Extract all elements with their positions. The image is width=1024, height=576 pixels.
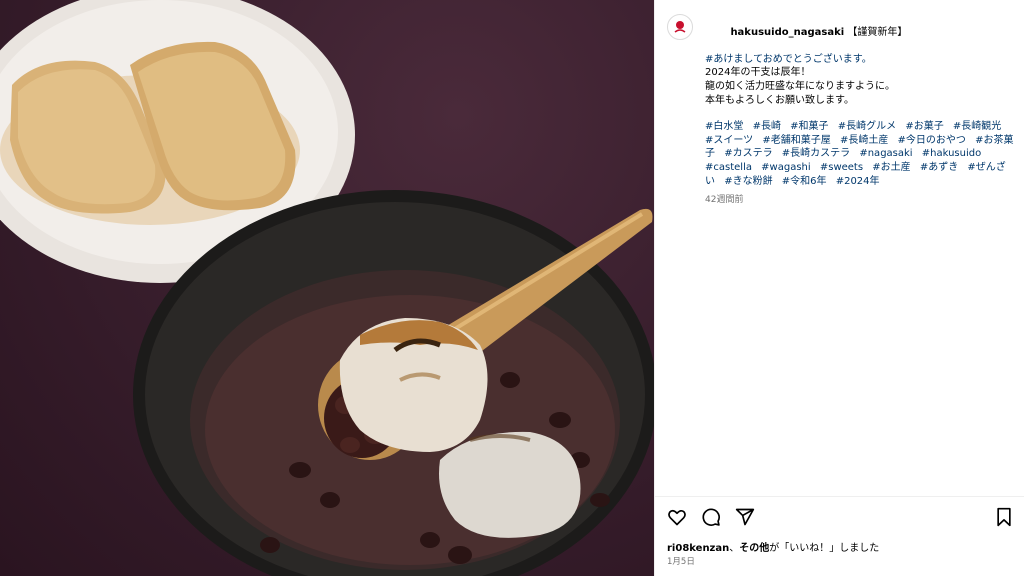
hashtag-link[interactable]: #お土産	[872, 162, 910, 173]
hashtag-link[interactable]: #令和6年	[782, 176, 827, 187]
caption-line-3: 龍の如く活力旺盛な年になりますように。	[705, 80, 895, 92]
hashtag-link[interactable]: #wagashi	[761, 162, 811, 173]
post-side-panel: hakusuido_nagasaki 【謹賀新年】 #あけましておめでとうござい…	[654, 0, 1024, 576]
hashtag-link[interactable]: #お菓子	[905, 121, 943, 132]
hashtag-link[interactable]: #hakusuido	[922, 148, 981, 159]
hashtag-link[interactable]: #今日のおやつ	[898, 135, 966, 146]
post-time-ago: 42週間前	[705, 195, 744, 206]
hashtag-link[interactable]: #castella	[705, 162, 752, 173]
hashtag-link[interactable]: #カステラ	[724, 148, 772, 159]
shop-logo-icon	[674, 21, 686, 33]
hashtag-link[interactable]: #スイーツ	[705, 135, 753, 146]
likes-user-link[interactable]: ri08kenzan	[667, 543, 729, 554]
caption-title: 【謹賀新年】	[844, 26, 908, 38]
likes-separator: 、	[729, 543, 740, 554]
hashtag-link[interactable]: #長崎土産	[840, 135, 888, 146]
post-photo[interactable]	[0, 0, 654, 576]
hashtag-link[interactable]: #nagasaki	[859, 148, 912, 159]
share-icon[interactable]	[735, 507, 755, 527]
heart-icon[interactable]	[667, 507, 687, 527]
hashtag-link[interactable]: #2024年	[836, 176, 880, 187]
avatar[interactable]	[667, 14, 693, 40]
bookmark-icon[interactable]	[994, 507, 1014, 527]
caption-text: hakusuido_nagasaki 【謹賀新年】 #あけましておめでとうござい…	[705, 12, 1014, 208]
hashtag-link[interactable]: #老舗和菓子屋	[762, 135, 830, 146]
hashtag-link[interactable]: #和菓子	[790, 121, 828, 132]
hashtag-list: #白水堂 #長崎 #和菓子 #長崎グルメ #お菓子 #長崎観光 #スイーツ #老…	[705, 120, 1014, 188]
hashtag-link[interactable]: #白水堂	[705, 121, 743, 132]
post-date: 1月5日	[667, 557, 695, 567]
username-link[interactable]: hakusuido_nagasaki	[730, 27, 844, 38]
hashtag-link[interactable]: #長崎	[753, 121, 781, 132]
comment-icon[interactable]	[701, 507, 721, 527]
hashtag-link[interactable]: #長崎グルメ	[838, 121, 896, 132]
likes-summary: ri08kenzan、その他が「いいね！」しました	[667, 539, 879, 554]
likes-suffix: が「いいね！」しました	[769, 543, 880, 554]
hashtag-link[interactable]: #あずき	[920, 162, 958, 173]
caption-line-4: 本年もよろしくお願い致します。	[705, 94, 854, 106]
post-actions-bar: ri08kenzan、その他が「いいね！」しました 1月5日	[655, 496, 1024, 576]
likes-others-link[interactable]: その他	[739, 543, 769, 554]
zenzai-photo-illustration	[0, 0, 654, 576]
hashtag-link[interactable]: #長崎観光	[953, 121, 1001, 132]
hashtag-link[interactable]: #sweets	[820, 162, 863, 173]
caption-line-1[interactable]: #あけましておめでとうございます。	[705, 53, 1014, 67]
post-caption: hakusuido_nagasaki 【謹賀新年】 #あけましておめでとうござい…	[667, 12, 1014, 208]
hashtag-link[interactable]: #きな粉餅	[724, 176, 772, 187]
caption-line-2: 2024年の干支は辰年！	[705, 67, 811, 79]
hashtag-link[interactable]: #長崎カステラ	[782, 148, 850, 159]
